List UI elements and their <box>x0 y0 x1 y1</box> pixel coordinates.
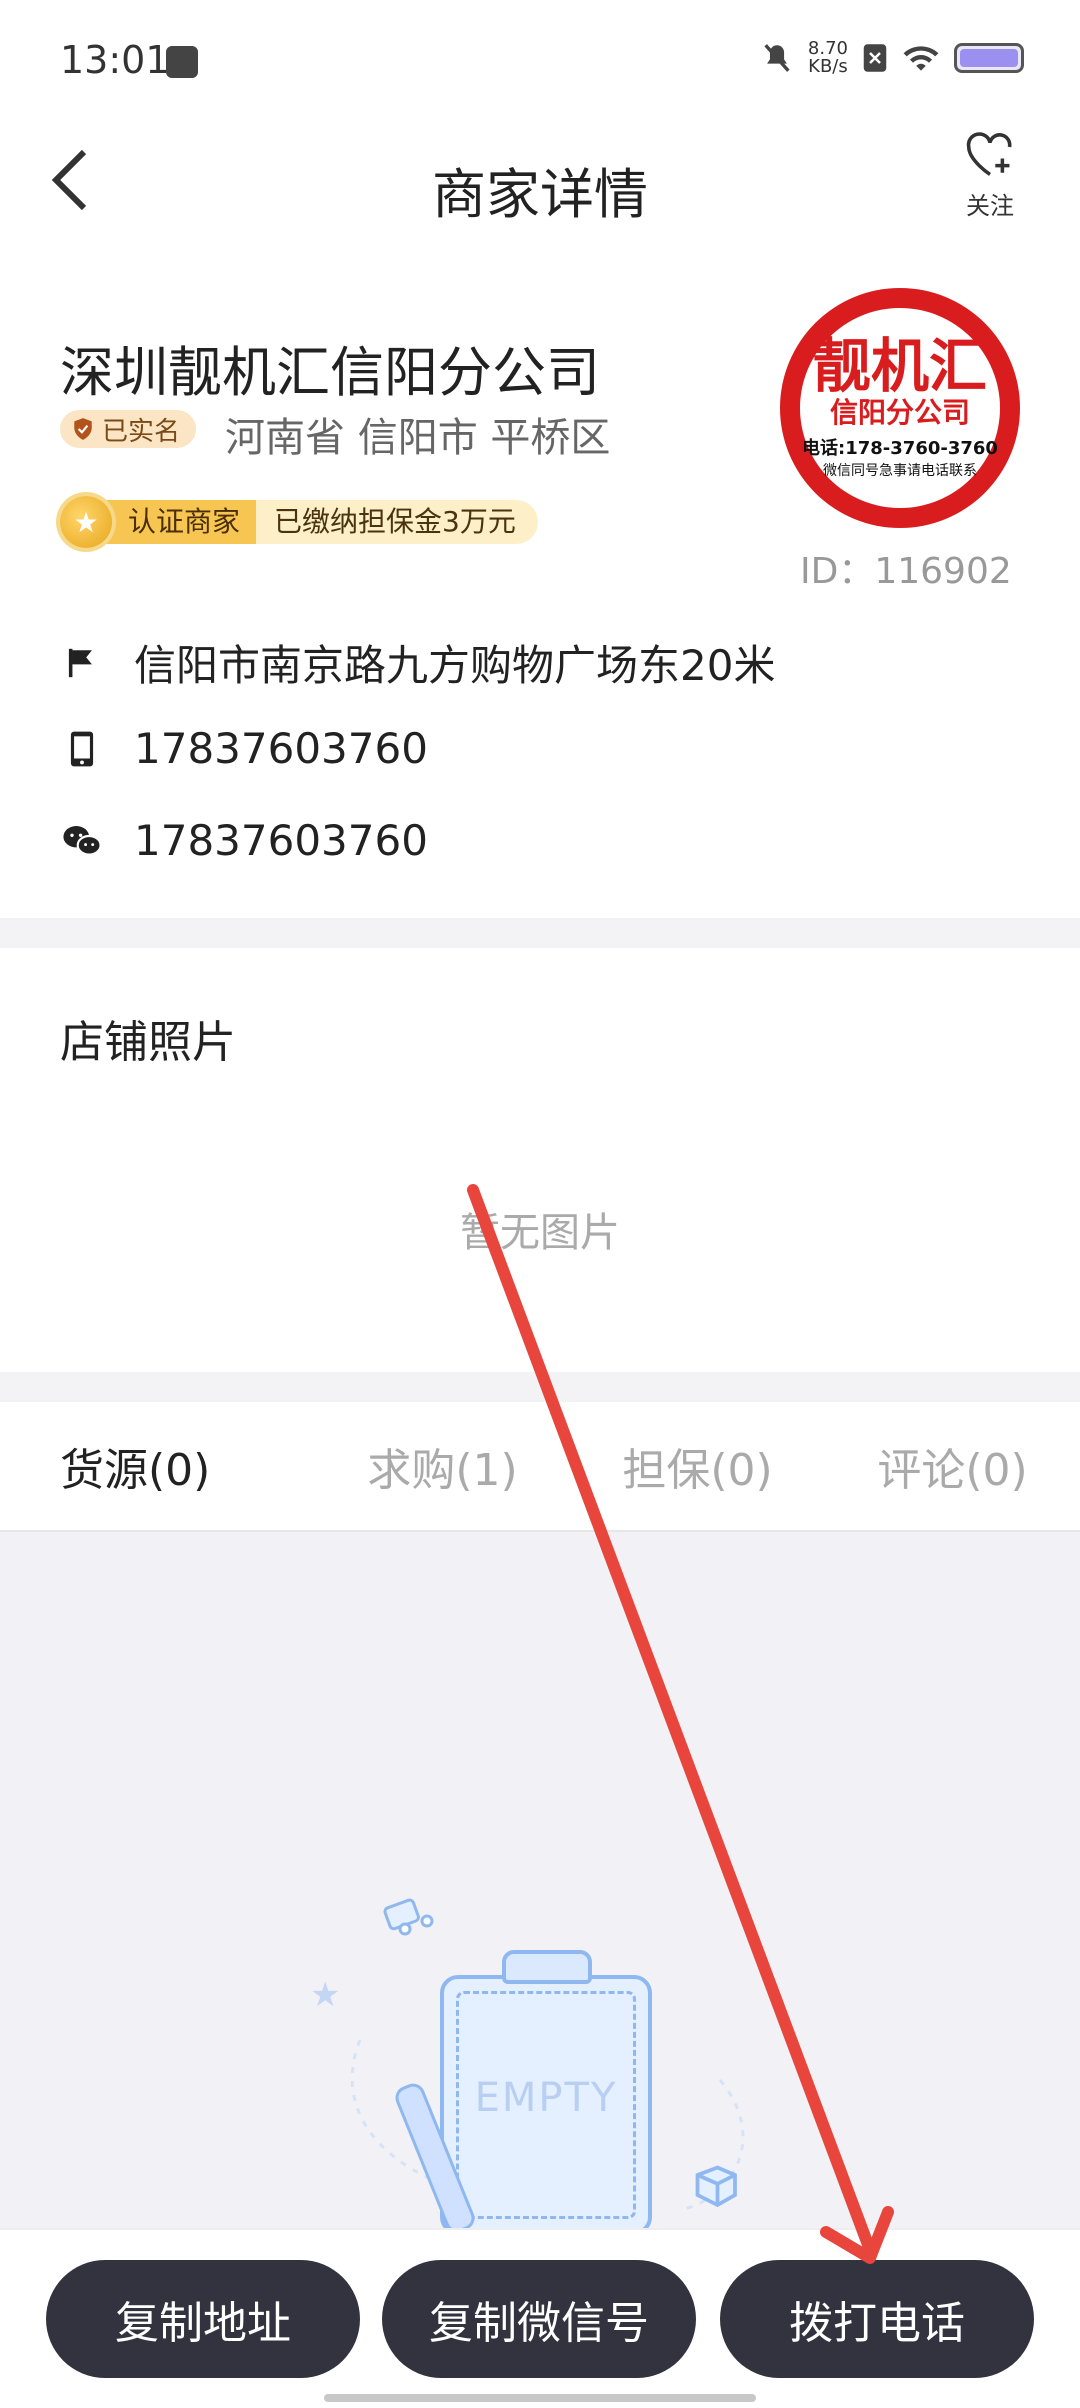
decorative-star-icon: ★ <box>310 1975 341 2015</box>
clipboard-clip-icon <box>502 1950 592 1984</box>
delivery-truck-icon <box>383 1898 434 1936</box>
mute-bell-icon <box>764 44 790 72</box>
medal-star-icon: ★ <box>60 496 112 548</box>
certified-merchant-badge: ★ 认证商家 已缴纳担保金3万元 <box>60 496 538 548</box>
battery-icon <box>954 43 1024 73</box>
flag-icon <box>60 641 104 685</box>
net-speed-unit: KB/s <box>808 56 848 77</box>
network-speed: 8.70 KB/s <box>808 40 848 76</box>
cert-label: 认证商家 <box>98 500 257 544</box>
page-title: 商家详情 <box>432 163 648 226</box>
merchant-id: ID：116902 <box>800 551 1012 592</box>
app-notification-icon <box>166 46 198 78</box>
shield-check-icon <box>74 418 92 440</box>
wechat-icon <box>60 819 104 863</box>
merchant-logo: 靓机汇 信阳分公司 电话:178-3760-3760 微信同号急事请电话联系 <box>780 288 1020 528</box>
merchant-name: 深圳靓机汇信阳分公司 <box>60 341 600 404</box>
tab-comments[interactable]: 评论(0) <box>825 1402 1080 1530</box>
package-box-icon <box>695 2165 737 2208</box>
copy-address-button[interactable]: 复制地址 <box>46 2260 360 2378</box>
home-indicator[interactable] <box>324 2394 756 2402</box>
sim-off-icon <box>863 44 887 72</box>
copy-wechat-button[interactable]: 复制微信号 <box>382 2260 696 2378</box>
verified-label: 已实名 <box>102 416 181 447</box>
no-photos-text: 暂无图片 <box>460 1210 620 1256</box>
mobile-phone-icon <box>60 727 104 771</box>
logo-line2: 信阳分公司 <box>829 396 970 429</box>
phone-text: 17837603760 <box>134 724 428 773</box>
logo-line1: 靓机汇 <box>812 332 987 400</box>
wechat-text: 17837603760 <box>134 816 428 865</box>
merchant-region: 河南省 信阳市 平桥区 <box>225 415 611 461</box>
merchant-tabs: 货源(0) 求购(1) 担保(0) 评论(0) <box>0 1402 1080 1532</box>
follow-button[interactable]: 关注 <box>940 132 1040 221</box>
address-row: 信阳市南京路九方购物广场东20米 <box>60 632 775 693</box>
tab-supply[interactable]: 货源(0) <box>0 1402 315 1530</box>
empty-state-text: EMPTY <box>474 2075 618 2121</box>
section-divider <box>0 1372 1080 1402</box>
follow-label: 关注 <box>966 192 1014 220</box>
section-divider <box>0 918 1080 948</box>
heart-plus-icon <box>966 132 1012 176</box>
shop-photos-title: 店铺照片 <box>60 1017 236 1068</box>
wifi-icon <box>903 46 939 71</box>
status-right-group: 8.70 KB/s <box>760 40 1024 76</box>
address-text: 信阳市南京路九方购物广场东20米 <box>134 641 776 690</box>
tab-guarantee[interactable]: 担保(0) <box>570 1402 825 1530</box>
verified-badge: 已实名 <box>60 410 197 448</box>
logo-line3: 电话:178-3760-3760 <box>802 438 998 459</box>
status-time: 13:01 <box>60 38 170 82</box>
call-button[interactable]: 拨打电话 <box>720 2260 1034 2378</box>
wechat-row: 17837603760 <box>60 816 428 865</box>
tab-purchase[interactable]: 求购(1) <box>315 1402 570 1530</box>
logo-line4: 微信同号急事请电话联系 <box>823 463 977 479</box>
cert-deposit-text: 已缴纳担保金3万元 <box>256 500 538 544</box>
phone-row: 17837603760 <box>60 724 428 773</box>
